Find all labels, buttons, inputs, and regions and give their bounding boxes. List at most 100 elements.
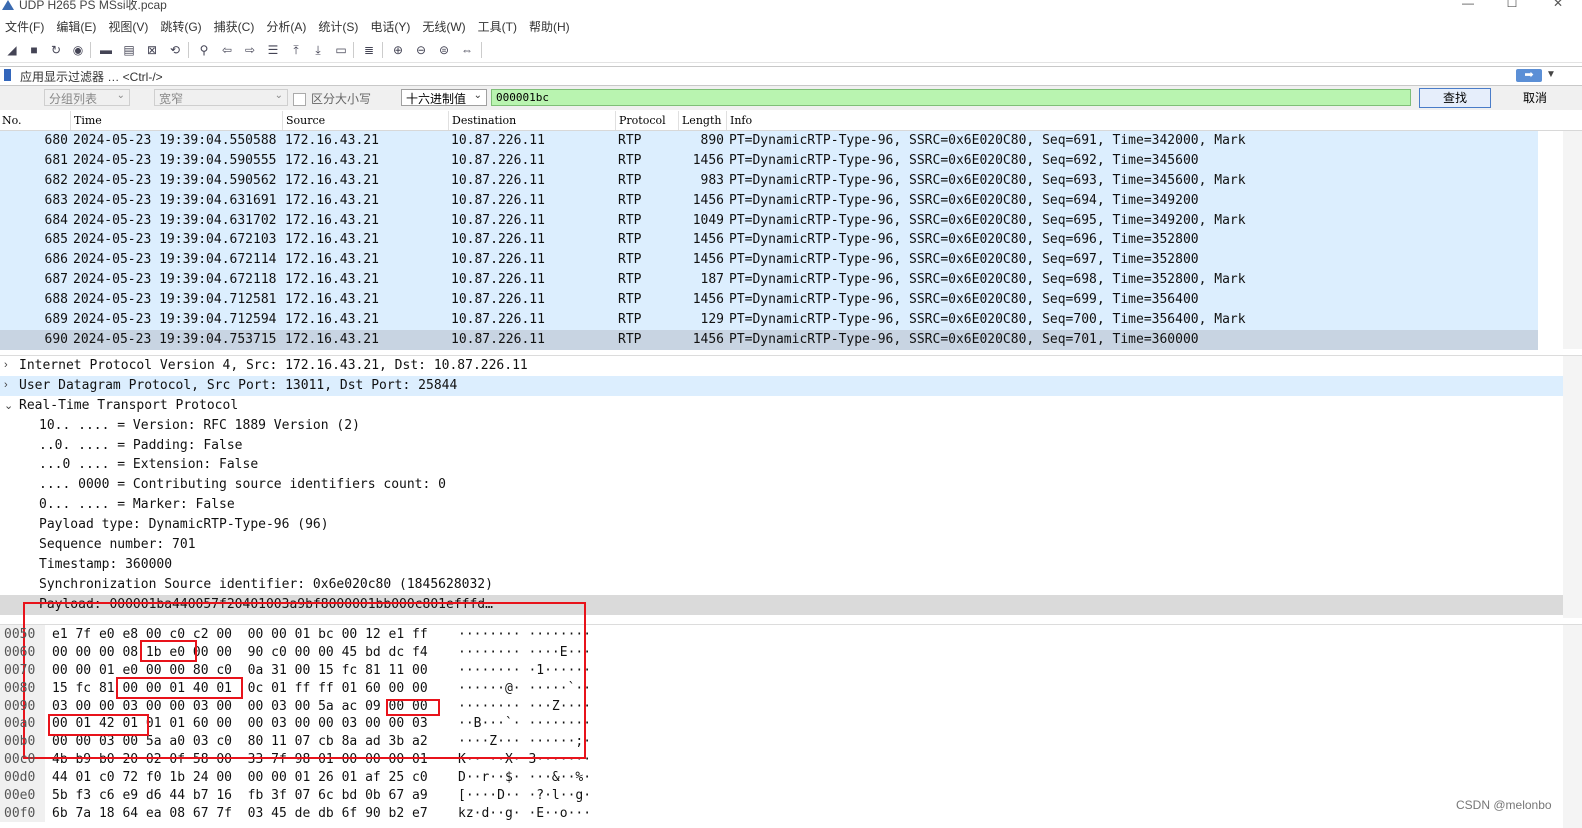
find-button[interactable]: 查找 [1419,88,1491,108]
find-packet-icon[interactable]: ⚲ [196,42,212,58]
cancel-button[interactable]: 取消 [1500,88,1570,108]
col-header-destination[interactable]: Destination [452,114,516,127]
tree-node[interactable]: › User Datagram Protocol, Src Port: 13011… [0,375,1563,396]
tree-node[interactable]: ⌄ Real-Time Transport Protocol [0,396,1563,416]
tree-field[interactable]: Timestamp: 360000 [0,555,1563,575]
bytes-row[interactable]: 00c0 4b b9 b0 20 02 0f 58 00 33 7f 98 01 … [0,750,1563,769]
tree-field[interactable]: Payload type: DynamicRTP-Type-96 (96) [0,515,1563,535]
filter-history-dropdown-icon[interactable]: ▼ [1546,69,1556,80]
menu-item-3[interactable]: 跳转(G) [155,16,208,35]
bookmark-icon[interactable] [4,69,11,81]
first-packet-icon[interactable]: ⤒ [288,42,304,58]
ascii-bytes[interactable]: K·· ··X· 3······· [458,752,591,767]
packet-row[interactable]: 682 2024-05-23 19:39:04.590562 172.16.43.2… [0,170,1538,191]
last-packet-icon[interactable]: ⤓ [310,42,326,58]
colorize-icon[interactable]: ≣ [361,42,377,58]
tree-field[interactable]: Payload: 000001ba440057f20401003a9bf8000… [0,594,1563,615]
bytes-row[interactable]: 0050 e1 7f e0 e8 00 c0 c2 00 00 00 01 bc … [0,625,1563,643]
packet-row[interactable]: 683 2024-05-23 19:39:04.631691 172.16.43.2… [0,190,1538,211]
details-scrollbar[interactable] [1563,356,1582,618]
bytes-row[interactable]: 00b0 00 00 03 00 5a a0 03 c0 80 11 07 cb … [0,732,1563,751]
go-forward-arrow-icon[interactable]: ⇨ [242,42,258,58]
tree-field[interactable]: 0... .... = Marker: False [0,495,1563,515]
col-header-info[interactable]: Info [730,114,752,127]
packet-row[interactable]: 689 2024-05-23 19:39:04.712594 172.16.43.2… [0,310,1538,330]
ascii-bytes[interactable]: ········ ····E··· [458,645,591,660]
hex-bytes[interactable]: 5b f3 c6 e9 d6 44 b7 16 fb 3f 07 6c bd 0… [52,788,428,803]
menu-item-10[interactable]: 帮助(H) [524,16,577,35]
bytes-row[interactable]: 00f0 6b 7a 18 64 ea 08 67 7f 03 45 de db … [0,803,1563,822]
menu-item-8[interactable]: 无线(W) [417,16,472,35]
menu-item-4[interactable]: 捕获(C) [209,16,262,35]
ascii-bytes[interactable]: ········ ·1······ [458,663,591,678]
display-filter-bar[interactable]: 应用显示过滤器 … <Ctrl-/> ➡ ▼ [0,66,1582,86]
packet-row[interactable]: 684 2024-05-23 19:39:04.631702 172.16.43.2… [0,210,1538,231]
hex-bytes[interactable]: 00 01 42 01 01 01 60 00 00 03 00 00 03 0… [52,716,428,731]
menu-item-6[interactable]: 统计(S) [313,16,365,35]
zoom-reset-icon[interactable]: ⊜ [436,42,452,58]
ascii-bytes[interactable]: kz·d··g· ·E··o··· [458,806,591,821]
reload-file-icon[interactable]: ⟲ [167,42,183,58]
go-back-arrow-icon[interactable]: ⇦ [219,42,235,58]
minimize-button[interactable]: — [1448,0,1488,10]
tree-field[interactable]: ...0 .... = Extension: False [0,455,1563,475]
hex-bytes[interactable]: e1 7f e0 e8 00 c0 c2 00 00 00 01 bc 00 1… [52,627,428,642]
packet-row[interactable]: 686 2024-05-23 19:39:04.672114 172.16.43.2… [0,250,1538,271]
ascii-bytes[interactable]: ······@· ·····`·· [458,681,591,696]
open-folder-icon[interactable]: ▬ [98,42,114,58]
resize-columns-icon[interactable]: ⇔ [459,42,475,58]
packet-list-scrollbar[interactable] [1563,131,1582,349]
col-header-protocol[interactable]: Protocol [619,114,666,127]
search-type-select[interactable]: 十六进制值 ⌄ [401,89,487,106]
packet-row[interactable]: 688 2024-05-23 19:39:04.712581 172.16.43.2… [0,290,1538,311]
zoom-out-icon[interactable]: ⊖ [413,42,429,58]
column-divider[interactable] [70,111,71,130]
bytes-row[interactable]: 00d0 44 01 c0 72 f0 1b 24 00 00 00 01 26 … [0,768,1563,787]
apply-filter-arrow-icon[interactable]: ➡ [1516,69,1542,82]
menu-item-9[interactable]: 工具(T) [473,16,524,35]
menu-item-7[interactable]: 电话(Y) [365,16,417,35]
case-sensitive-checkbox[interactable] [293,93,306,106]
close-window-button[interactable]: ✕ [1538,0,1578,10]
ascii-bytes[interactable]: [····D·· ·?·l··g· [458,788,591,803]
column-divider[interactable] [615,111,616,130]
menu-item-0[interactable]: 文件(F) [0,16,51,35]
collapse-chevron-icon[interactable]: ⌄ [4,399,13,412]
menu-item-5[interactable]: 分析(A) [261,16,313,35]
expand-chevron-icon[interactable]: › [4,379,8,391]
auto-scroll-icon[interactable]: ▭ [333,42,349,58]
maximize-button[interactable]: ☐ [1492,0,1532,10]
hex-bytes[interactable]: 6b 7a 18 64 ea 08 67 7f 03 45 de db 6f 9… [52,806,428,821]
search-scope-select[interactable]: 分组列表 ⌄ [44,89,130,106]
hex-bytes[interactable]: 00 00 03 00 5a a0 03 c0 80 11 07 cb 8a a… [52,734,428,749]
close-file-icon[interactable]: ⊠ [144,42,160,58]
tree-field[interactable]: 10.. .... = Version: RFC 1889 Version (2… [0,416,1563,436]
ascii-bytes[interactable]: ····Z··· ······;· [458,734,591,749]
hex-bytes[interactable]: 00 00 01 e0 00 00 80 c0 0a 31 00 15 fc 8… [52,663,428,678]
col-header-length[interactable]: Length [682,114,721,127]
ascii-bytes[interactable]: ··B···`· ········ [458,716,591,731]
capture-options-icon[interactable]: ◉ [70,42,86,58]
col-header-no[interactable]: No. [2,114,22,127]
bytes-scrollbar[interactable] [1563,625,1582,828]
packet-row[interactable]: 690 2024-05-23 19:39:04.753715 172.16.43.2… [0,329,1538,350]
col-header-source[interactable]: Source [286,114,325,127]
packet-row[interactable]: 680 2024-05-23 19:39:04.550588 172.16.43.2… [0,131,1538,151]
bytes-row[interactable]: 0090 03 00 00 03 00 00 03 00 00 03 00 5a … [0,696,1563,715]
column-divider[interactable] [448,111,449,130]
column-divider[interactable] [726,111,727,130]
ascii-bytes[interactable]: ········ ········ [458,627,591,642]
bytes-row[interactable]: 0060 00 00 00 08 1b e0 00 00 90 c0 00 00 … [0,642,1563,661]
shark-fin-start-icon[interactable]: ◢ [4,42,20,58]
ascii-bytes[interactable]: ········ ···Z···· [458,699,591,714]
go-to-packet-icon[interactable]: ☰ [265,42,281,58]
hex-bytes[interactable]: 15 fc 81 00 00 01 40 01 0c 01 ff ff 01 6… [52,681,428,696]
hex-bytes[interactable]: 00 00 00 08 1b e0 00 00 90 c0 00 00 45 b… [52,645,428,660]
bytes-row[interactable]: 0070 00 00 01 e0 00 00 80 c0 0a 31 00 15 … [0,660,1563,679]
column-divider[interactable] [678,111,679,130]
packet-row[interactable]: 687 2024-05-23 19:39:04.672118 172.16.43.2… [0,270,1538,291]
restart-capture-icon[interactable]: ↻ [48,42,64,58]
bytes-row[interactable]: 00e0 5b f3 c6 e9 d6 44 b7 16 fb 3f 07 6c … [0,786,1563,805]
column-divider[interactable] [282,111,283,130]
zoom-in-icon[interactable]: ⊕ [390,42,406,58]
